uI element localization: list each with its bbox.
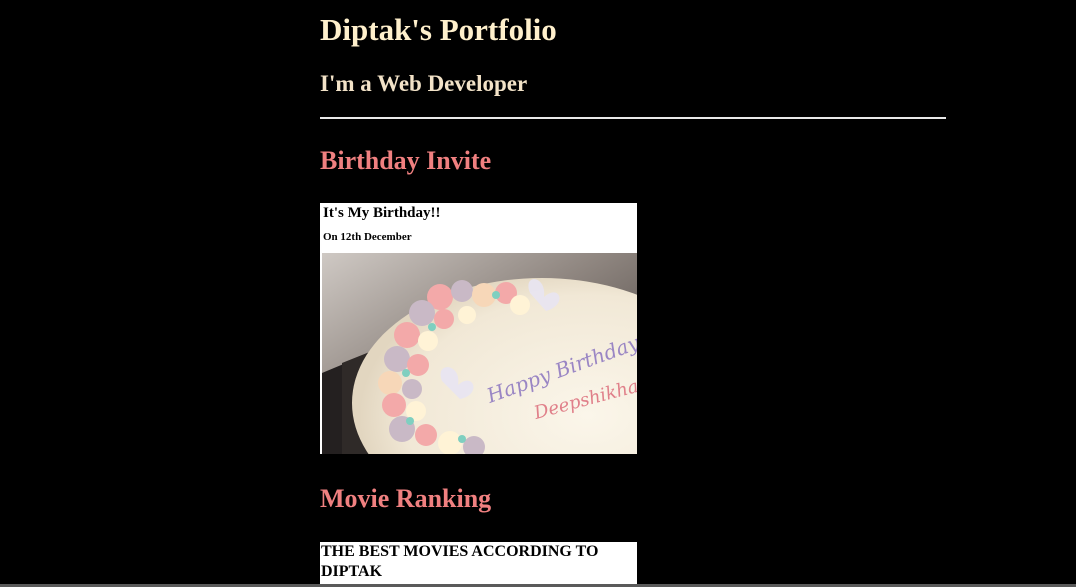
birthday-invite-heading: Birthday Invite xyxy=(320,146,492,175)
birthday-cake-image: Happy Birthday Deepshikha xyxy=(322,253,637,454)
birthday-invite-card: It's My Birthday!! On 12th December Happ… xyxy=(320,203,637,454)
movie-ranking-heading: Movie Ranking xyxy=(320,484,492,513)
page-subtitle: I'm a Web Developer xyxy=(320,71,528,96)
invite-title: It's My Birthday!! xyxy=(323,205,441,221)
portfolio-page: Diptak's Portfolio I'm a Web Developer B… xyxy=(0,0,1076,587)
movie-ranking-title: THE BEST MOVIES ACCORDING TO DIPTAK xyxy=(321,543,599,580)
movie-ranking-card: THE BEST MOVIES ACCORDING TO DIPTAK xyxy=(320,542,637,587)
page-title: Diptak's Portfolio xyxy=(320,12,557,47)
header-divider xyxy=(320,117,946,119)
invite-date: On 12th December xyxy=(323,231,412,243)
